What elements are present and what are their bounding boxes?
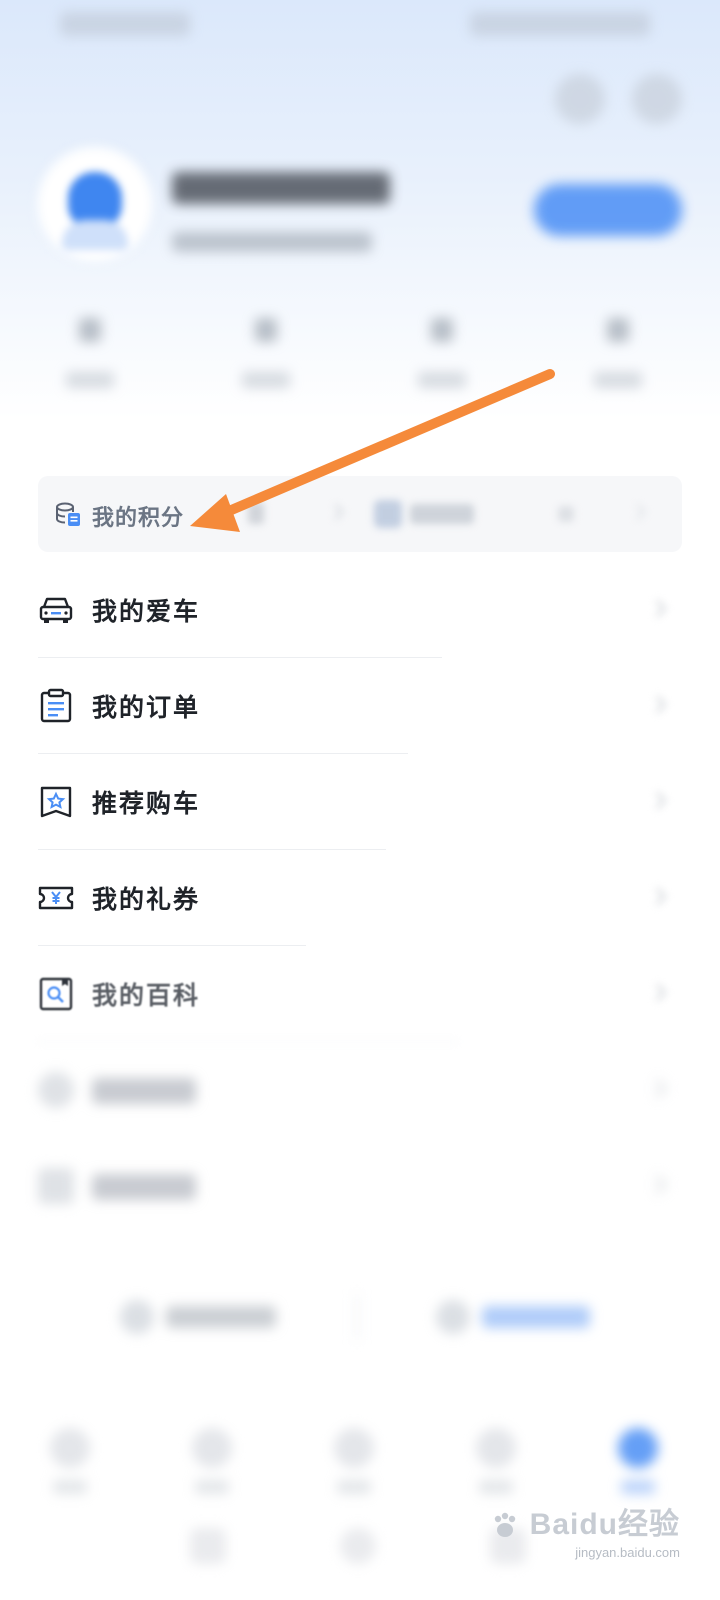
chevron-right-icon bbox=[648, 887, 667, 906]
phone-icon bbox=[436, 1300, 470, 1334]
clipboard-icon bbox=[40, 688, 72, 723]
coupon-icon bbox=[374, 500, 402, 528]
menu-label bbox=[92, 1078, 196, 1104]
menu-item-my-orders[interactable]: 我的订单 bbox=[38, 658, 682, 754]
stat-item[interactable] bbox=[588, 318, 648, 388]
tab-community[interactable] bbox=[182, 1428, 242, 1494]
points-secondary-label[interactable] bbox=[410, 504, 474, 524]
stat-item[interactable] bbox=[412, 318, 472, 388]
tab-buy-car[interactable] bbox=[324, 1428, 384, 1494]
menu-item-my-coupons[interactable]: 我的礼券 bbox=[38, 850, 682, 946]
chevron-right-icon bbox=[648, 599, 667, 618]
paw-icon bbox=[495, 1512, 516, 1538]
chevron-right-icon bbox=[648, 1079, 667, 1098]
chevron-right-icon bbox=[648, 1175, 667, 1194]
status-bar bbox=[0, 0, 720, 50]
menu-label: 我的订单 bbox=[92, 693, 201, 722]
watermark-url: jingyan.baidu.com bbox=[575, 1545, 680, 1560]
menu-item-icon bbox=[38, 1072, 74, 1108]
chevron-right-icon bbox=[327, 503, 345, 521]
online-service-button[interactable] bbox=[166, 1306, 276, 1328]
watermark: Baidu经验 jingyan.baidu.com bbox=[490, 1499, 680, 1560]
stat-item[interactable] bbox=[60, 318, 120, 388]
yen-ticket-icon bbox=[38, 886, 74, 910]
bottom-tab-bar bbox=[0, 1400, 720, 1500]
points-secondary-value bbox=[558, 506, 574, 522]
chevron-right-icon bbox=[648, 791, 667, 810]
headset-icon bbox=[120, 1300, 154, 1334]
tab-home[interactable] bbox=[40, 1428, 100, 1494]
star-bookmark-icon bbox=[40, 786, 72, 818]
watermark-logo: Baidu经验 bbox=[490, 1499, 680, 1543]
hotline-button[interactable] bbox=[482, 1306, 590, 1328]
sign-in-button[interactable] bbox=[534, 184, 682, 236]
back-icon[interactable] bbox=[190, 1528, 226, 1564]
watermark-text: Baidu经验 bbox=[529, 1508, 680, 1541]
menu-label: 我的礼券 bbox=[92, 885, 201, 914]
search-book-icon bbox=[39, 977, 73, 1011]
menu-item-my-car[interactable]: 我的爱车 bbox=[38, 562, 682, 658]
menu-item-blurred[interactable] bbox=[38, 1138, 682, 1234]
points-label: 我的积分 bbox=[92, 506, 185, 531]
tab-service[interactable] bbox=[466, 1428, 526, 1494]
database-icon bbox=[56, 502, 80, 526]
customer-service-icon[interactable] bbox=[555, 74, 605, 124]
menu-item-recommended-cars[interactable]: 推荐购车 bbox=[38, 754, 682, 850]
menu-label bbox=[92, 1174, 196, 1200]
status-signal-icon bbox=[60, 12, 190, 36]
avatar-body-icon bbox=[62, 220, 128, 250]
divider bbox=[356, 1294, 358, 1340]
stat-item[interactable] bbox=[236, 318, 296, 388]
chevron-right-icon bbox=[629, 503, 647, 521]
settings-icon[interactable] bbox=[632, 74, 682, 124]
user-subtitle bbox=[172, 232, 372, 252]
menu-label: 推荐购车 bbox=[92, 789, 201, 818]
menu-label: 我的百科 bbox=[92, 981, 201, 1010]
points-value bbox=[248, 502, 264, 524]
status-battery-icon bbox=[470, 12, 650, 36]
points-row[interactable]: 我的积分 bbox=[38, 476, 682, 552]
service-row bbox=[38, 1278, 682, 1358]
menu-label: 我的爱车 bbox=[92, 597, 201, 626]
home-icon[interactable] bbox=[340, 1528, 376, 1564]
chevron-right-icon bbox=[648, 695, 667, 714]
car-icon bbox=[39, 597, 73, 623]
username bbox=[172, 172, 390, 204]
chevron-right-icon bbox=[648, 983, 667, 1002]
menu-item-blurred[interactable] bbox=[38, 1042, 682, 1138]
avatar[interactable] bbox=[40, 150, 150, 260]
menu-item-my-encyclopedia[interactable]: 我的百科 bbox=[38, 946, 682, 1042]
tab-mine[interactable] bbox=[608, 1428, 668, 1494]
menu-item-icon bbox=[38, 1168, 74, 1204]
